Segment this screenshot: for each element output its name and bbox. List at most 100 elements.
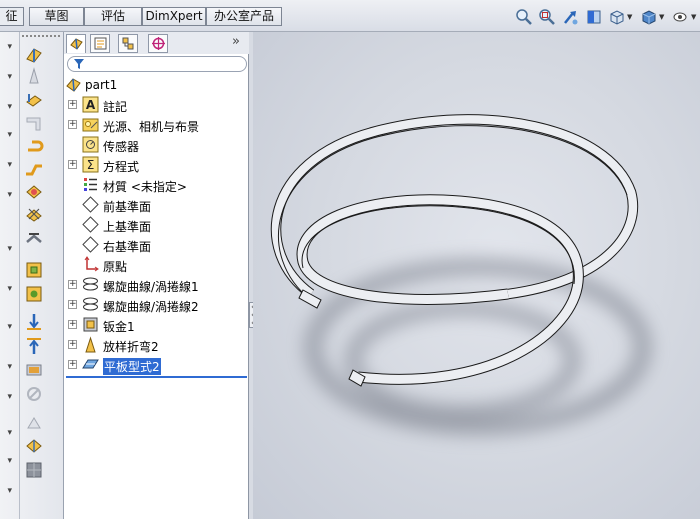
- toolbar-dropdown-arrow-icon[interactable]: ▾: [0, 486, 12, 496]
- toolbar-grip[interactable]: [22, 35, 60, 37]
- break-corner-icon[interactable]: [24, 312, 44, 332]
- rip-icon[interactable]: [24, 436, 44, 456]
- miter-flange-icon[interactable]: [24, 114, 44, 134]
- plane-icon: [82, 236, 99, 253]
- tree-item-sheet-metal[interactable]: + 钣金1: [64, 315, 249, 335]
- tree-item-helix-2[interactable]: + 螺旋曲線/渦捲線2: [64, 295, 249, 315]
- tree-item-sensors[interactable]: 传感器: [64, 135, 249, 155]
- tree-root-part[interactable]: part1: [64, 75, 249, 95]
- hem-icon[interactable]: [24, 136, 44, 156]
- toolbar-dropdown-arrow-icon[interactable]: ▾: [0, 72, 12, 82]
- lofted-bend-icon[interactable]: [24, 66, 44, 86]
- toolbar-dropdown-arrow-icon[interactable]: ▾: [0, 284, 12, 294]
- tree-item-front-plane[interactable]: 前基準面: [64, 195, 249, 215]
- flatten-icon[interactable]: [24, 384, 44, 404]
- helix-icon: [82, 296, 99, 313]
- tree-item-label: 钣金1: [103, 320, 135, 334]
- graphics-viewport[interactable]: [253, 32, 700, 519]
- insert-bends-icon[interactable]: [24, 460, 44, 480]
- corner-icon[interactable]: [24, 228, 44, 248]
- tree-item-lights-cameras[interactable]: + 光源、相机与布景: [64, 115, 249, 135]
- fold-icon[interactable]: [24, 360, 44, 380]
- toolbar-dropdown-arrow-icon[interactable]: ▾: [0, 42, 12, 52]
- property-manager-icon: [94, 37, 107, 50]
- tab-office-products[interactable]: 办公室产品: [206, 7, 282, 26]
- display-style-dropdown-icon[interactable]: ▼: [659, 13, 664, 21]
- expand-toggle[interactable]: +: [68, 160, 77, 169]
- expand-toggle[interactable]: +: [68, 320, 77, 329]
- feature-manager-tab[interactable]: [66, 34, 86, 53]
- feature-manager-icon: [70, 38, 83, 50]
- toolbar-dropdown-arrow-icon[interactable]: ▾: [0, 130, 12, 140]
- tree-item-label: 螺旋曲線/渦捲線1: [103, 280, 199, 294]
- no-bends-icon[interactable]: [24, 414, 44, 434]
- lofted-bend-icon: [82, 336, 99, 353]
- plane-icon: [82, 216, 99, 233]
- tree-item-material[interactable]: 材質 <未指定>: [64, 175, 249, 195]
- expand-toggle[interactable]: +: [68, 300, 77, 309]
- toolbar-dropdown-arrow-icon[interactable]: ▾: [0, 392, 12, 402]
- rollback-bar[interactable]: [66, 376, 247, 378]
- sheet-metal-icon: [82, 316, 99, 333]
- toolbar-dropdown-arrow-icon[interactable]: ▾: [0, 190, 12, 200]
- toolbar-dropdown-arrow-icon[interactable]: ▾: [0, 456, 12, 466]
- tree-item-right-plane[interactable]: 右基準面: [64, 235, 249, 255]
- spiral-sheet-metal-model[interactable]: [253, 32, 700, 519]
- feature-tree-filter[interactable]: [67, 56, 247, 72]
- base-flange-icon[interactable]: [24, 44, 44, 64]
- expand-toggle[interactable]: +: [68, 360, 77, 369]
- welded-corner-icon[interactable]: [24, 284, 44, 304]
- property-manager-tab[interactable]: [90, 34, 110, 53]
- tree-item-origin[interactable]: 原點: [64, 255, 249, 275]
- tree-item-label: 前基準面: [103, 200, 152, 214]
- section-view-icon[interactable]: [585, 8, 603, 26]
- hide-show-dropdown-icon[interactable]: ▼: [691, 13, 696, 21]
- configuration-manager-tab[interactable]: [118, 34, 138, 53]
- tree-item-label: 平板型式2: [103, 358, 161, 375]
- previous-view-icon[interactable]: [562, 8, 580, 26]
- expand-panel-button[interactable]: »: [232, 34, 240, 49]
- closed-corner-icon[interactable]: [24, 260, 44, 280]
- feature-manager-panel: » part1 + A 註記 + 光源、相机与布景 传感器 + Σ 方程式 材質…: [64, 32, 249, 519]
- dimxpert-manager-tab[interactable]: [148, 34, 168, 53]
- toolbar-dropdown-arrow-icon[interactable]: ▾: [0, 102, 12, 112]
- tree-item-top-plane[interactable]: 上基準面: [64, 215, 249, 235]
- expand-toggle[interactable]: +: [68, 280, 77, 289]
- toolbar-dropdown-arrow-icon[interactable]: ▾: [0, 160, 12, 170]
- view-orientation-icon[interactable]: [608, 8, 626, 26]
- expand-toggle[interactable]: +: [68, 120, 77, 129]
- tab-evaluate[interactable]: 评估: [84, 7, 142, 26]
- tree-item-flat-pattern[interactable]: + 平板型式2: [64, 355, 249, 375]
- view-orientation-dropdown-icon[interactable]: ▼: [627, 13, 632, 21]
- tab-dimxpert[interactable]: DimXpert: [142, 7, 206, 26]
- tree-item-label: 材質 <未指定>: [103, 180, 187, 194]
- toolbar-dropdown-arrow-icon[interactable]: ▾: [0, 244, 12, 254]
- tree-item-annotations[interactable]: + A 註記: [64, 95, 249, 115]
- tree-item-helix-1[interactable]: + 螺旋曲線/渦捲線1: [64, 275, 249, 295]
- sketched-bend-icon[interactable]: [24, 182, 44, 202]
- jog-icon[interactable]: [24, 160, 44, 180]
- edge-flange-icon[interactable]: [24, 90, 44, 110]
- dimxpert-manager-icon: [152, 37, 165, 50]
- cross-break-icon[interactable]: [24, 204, 44, 224]
- tree-item-label: 上基準面: [103, 220, 152, 234]
- display-style-icon[interactable]: [640, 8, 658, 26]
- sheet-metal-toolbar: ▾ ▾ ▾ ▾ ▾ ▾ ▾ ▾ ▾ ▾ ▾ ▾ ▾ ▾: [0, 32, 64, 519]
- toolbar-dropdown-arrow-icon[interactable]: ▾: [0, 362, 12, 372]
- tree-item-label: 右基準面: [103, 240, 152, 254]
- flat-pattern-icon: [82, 356, 99, 373]
- hide-show-items-icon[interactable]: [672, 8, 690, 26]
- toolbar-dropdown-arrow-icon[interactable]: ▾: [0, 322, 12, 332]
- expand-toggle[interactable]: +: [68, 340, 77, 349]
- material-icon: [82, 176, 99, 193]
- zoom-area-icon[interactable]: [538, 8, 556, 26]
- toolbar-dropdown-arrow-icon[interactable]: ▾: [0, 428, 12, 438]
- tab-features[interactable]: 征: [0, 7, 24, 26]
- tree-item-label: 註記: [103, 100, 128, 114]
- zoom-to-fit-icon[interactable]: [515, 8, 533, 26]
- tree-item-equations[interactable]: + Σ 方程式: [64, 155, 249, 175]
- expand-toggle[interactable]: +: [68, 100, 77, 109]
- tab-sketch[interactable]: 草图: [29, 7, 84, 26]
- tree-item-lofted-bend[interactable]: + 放样折弯2: [64, 335, 249, 355]
- unfold-icon[interactable]: [24, 336, 44, 356]
